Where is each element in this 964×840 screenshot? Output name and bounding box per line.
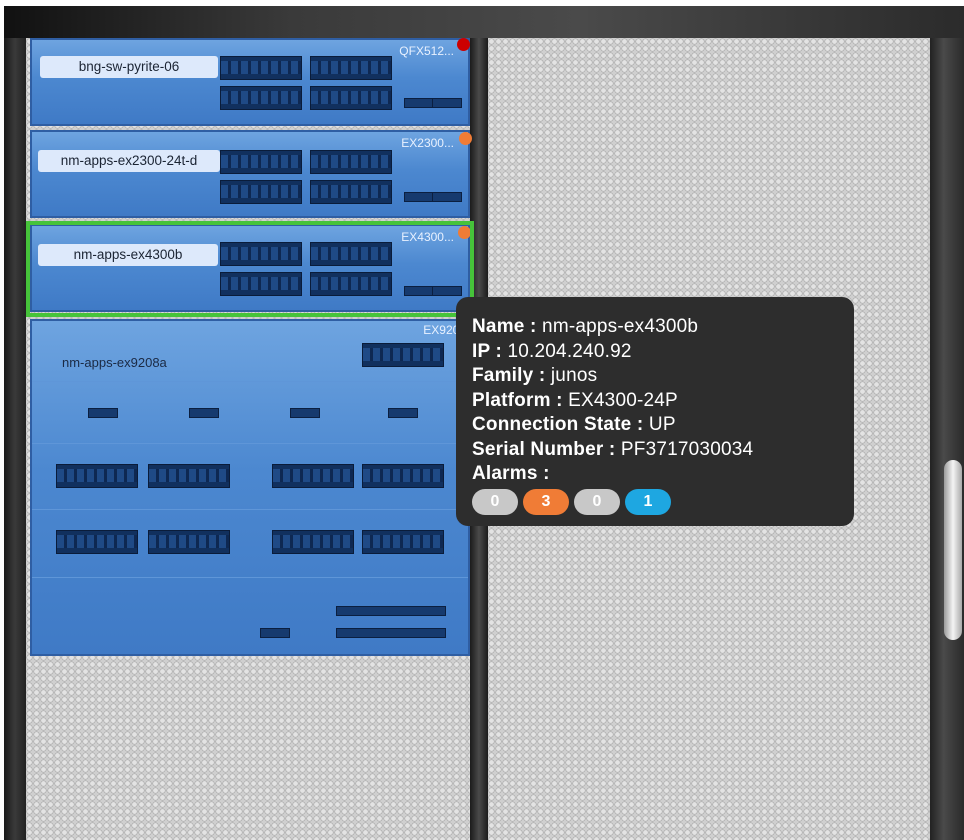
- device-name-label: nm-apps-ex9208a: [62, 355, 167, 370]
- module-slot: [336, 628, 446, 638]
- tooltip-platform-row: Platform : EX4300-24P: [472, 389, 838, 414]
- rack-top-frame: [4, 6, 964, 38]
- port-block: [272, 464, 354, 488]
- tooltip-key: Alarms :: [472, 463, 550, 484]
- module-slot: [388, 408, 418, 418]
- status-dot-icon: [459, 132, 472, 145]
- module-slot: [260, 628, 290, 638]
- device-name-label: bng-sw-pyrite-06: [40, 56, 218, 78]
- device-model-label: QFX512...: [399, 44, 454, 58]
- device-ex2300[interactable]: nm-apps-ex2300-24t-d EX2300...: [30, 130, 472, 218]
- port-block: [220, 56, 302, 80]
- port-block: [310, 180, 392, 204]
- port-block: [220, 86, 302, 110]
- uplink-port: [404, 192, 434, 202]
- port-block: [148, 530, 230, 554]
- selection-highlight: [26, 221, 474, 317]
- tooltip-value: EX4300-24P: [568, 389, 678, 411]
- chassis-section: [32, 443, 468, 510]
- port-block: [310, 150, 392, 174]
- alarm-badges: 0 3 0 1: [472, 488, 838, 515]
- module-slot: [290, 408, 320, 418]
- chassis-section: [32, 381, 468, 444]
- tooltip-value: UP: [648, 414, 676, 435]
- module-slot: [336, 606, 446, 616]
- tooltip-value: 10.204.240.92: [507, 340, 632, 362]
- device-ex9208a[interactable]: EX9208 nm-apps-ex9208a: [30, 319, 470, 656]
- tooltip-value: PF3717030034: [620, 438, 754, 460]
- rack-scroll-knob[interactable]: [944, 460, 962, 640]
- device-model-label: EX2300...: [401, 136, 454, 150]
- port-block: [56, 464, 138, 488]
- tooltip-alarms-row: Alarms :: [472, 462, 838, 487]
- port-block: [220, 150, 302, 174]
- port-block: [362, 343, 444, 367]
- port-block: [310, 56, 392, 80]
- alarm-badge: 1: [625, 488, 671, 515]
- port-block: [272, 530, 354, 554]
- port-block: [310, 86, 392, 110]
- uplink-port: [432, 98, 462, 108]
- status-dot-icon: [457, 38, 470, 51]
- uplink-port: [432, 192, 462, 202]
- tooltip-serial-row: Serial Number : PF3717030034: [472, 438, 838, 463]
- tooltip-key: IP :: [472, 340, 503, 362]
- tooltip-value: junos: [550, 365, 598, 386]
- chassis-section: [32, 509, 468, 578]
- rack-right-rail: [930, 38, 964, 840]
- tooltip-key: Serial Number :: [472, 438, 616, 460]
- device-name-label: nm-apps-ex2300-24t-d: [38, 150, 220, 172]
- tooltip-key: Family :: [472, 365, 546, 386]
- tooltip-name-row: Name : nm-apps-ex4300b: [472, 315, 838, 340]
- tooltip-state-row: Connection State : UP: [472, 413, 838, 438]
- port-block: [362, 464, 444, 488]
- module-slot: [189, 408, 219, 418]
- module-slot: [88, 408, 118, 418]
- alarm-badge: 3: [523, 488, 569, 515]
- rack-left-rail: [4, 38, 26, 840]
- device-qfx5120[interactable]: bng-sw-pyrite-06 QFX512...: [30, 38, 470, 126]
- port-block: [56, 530, 138, 554]
- port-block: [148, 464, 230, 488]
- tooltip-value: nm-apps-ex4300b: [542, 316, 699, 337]
- tooltip-key: Name :: [472, 316, 537, 337]
- port-block: [362, 530, 444, 554]
- tooltip-key: Connection State :: [472, 414, 644, 435]
- uplink-port: [404, 98, 434, 108]
- tooltip-ip-row: IP : 10.204.240.92: [472, 340, 838, 365]
- chassis-section: [32, 577, 468, 655]
- port-block: [220, 180, 302, 204]
- alarm-badge: 0: [472, 488, 518, 515]
- device-info-tooltip: Name : nm-apps-ex4300b IP : 10.204.240.9…: [456, 297, 854, 526]
- tooltip-family-row: Family : junos: [472, 364, 838, 389]
- tooltip-key: Platform :: [472, 389, 563, 411]
- alarm-badge: 0: [574, 488, 620, 515]
